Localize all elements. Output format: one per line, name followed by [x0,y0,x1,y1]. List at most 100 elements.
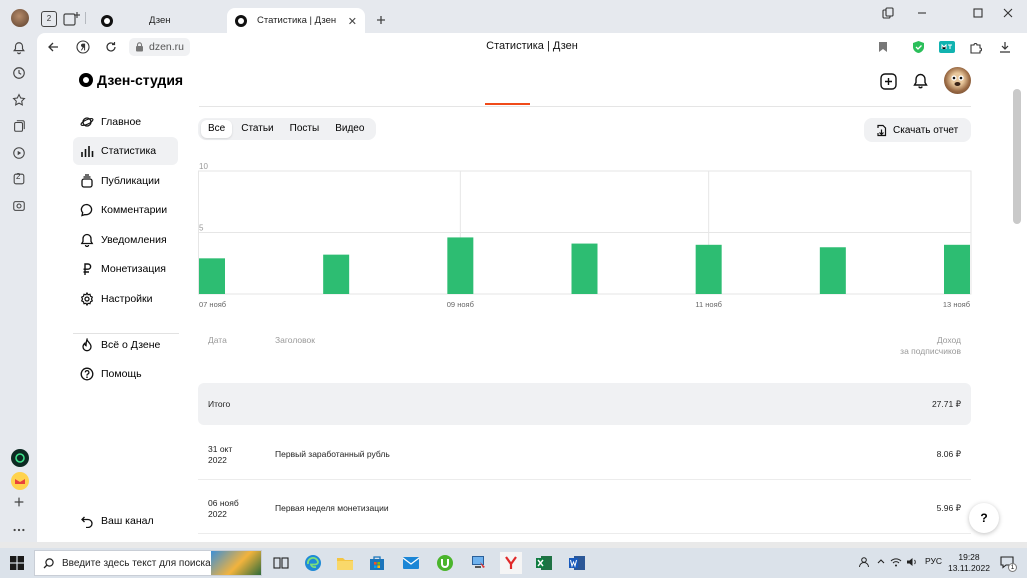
dzen-favicon-icon [101,14,113,27]
screenshot-camera-icon[interactable] [7,194,31,218]
user-avatar[interactable] [944,67,971,94]
video-play-icon[interactable] [7,141,31,165]
windows-start-icon[interactable] [6,552,28,574]
volume-speaker-icon[interactable] [906,556,918,568]
collections-icon[interactable] [7,114,31,138]
chart-y-tick-label: 5 [199,224,204,233]
address-bar: dzen.ru Статистика | Дзен [37,33,1027,61]
speech-bubble-icon [79,202,95,218]
store-icon[interactable] [366,552,388,574]
new-tab-plus-icon[interactable] [373,12,389,28]
minimize-icon[interactable] [911,5,933,21]
sidebar-item-your-channel[interactable]: Ваш канал [73,507,178,535]
column-header-date: Дата [208,335,227,345]
messenger-app-icon[interactable] [11,449,29,467]
help-button[interactable]: ? [969,503,999,533]
downloads-icon[interactable] [997,39,1013,55]
bar-chart-icon [79,143,95,159]
sidebar-item-statistics[interactable]: Статистика [73,137,178,165]
profile-tray-icon[interactable] [858,556,870,568]
sidebar-item-help[interactable]: Помощь [73,360,178,388]
sidebar-item-label: Уведомления [101,234,167,246]
keyboard-language[interactable]: РУС [925,556,942,566]
filter-tab-articles[interactable]: Статьи [234,120,280,138]
row-title-link[interactable]: Первая неделя монетизации [275,503,389,513]
more-dots-icon[interactable] [7,518,31,542]
bookmarks-star-icon[interactable] [7,88,31,112]
chart-bar [944,244,970,294]
extension-mosru-icon[interactable] [939,39,955,55]
page-scrollbar[interactable] [1013,81,1021,541]
new-tab-group-icon[interactable] [63,11,81,27]
income-chart: 051007 нояб09 нояб11 нояб13 нояб [198,162,972,309]
chart-y-tick-label: 10 [199,162,208,171]
ruble-icon [79,261,95,277]
add-panel-plus-icon[interactable] [7,490,31,514]
sidebar-item-label: Статистика [101,145,157,157]
notifications-bell-button[interactable] [910,71,930,91]
tab-dzen[interactable]: Дзен [93,8,223,33]
profile-avatar[interactable] [11,9,29,27]
search-placeholder: Введите здесь текст для поиска [62,557,211,569]
sidebar-item-settings[interactable]: Настройки [73,285,178,313]
tab-manager-icon[interactable] [877,5,899,21]
total-label: Итого [208,399,231,409]
sidebar-item-main[interactable]: Главное [73,108,178,136]
mail-app-icon[interactable] [11,472,29,490]
protect-shield-icon[interactable] [910,39,926,55]
row-divider [198,479,971,480]
tab-statistics[interactable]: Статистика | Дзен ✕ [227,8,365,33]
edge-browser-icon[interactable] [302,552,324,574]
word-icon[interactable] [566,552,588,574]
tray-chevron-up-icon[interactable] [876,556,886,566]
wifi-icon[interactable] [890,556,902,568]
system-clock[interactable]: 19:28 13.11.2022 [945,552,993,574]
utorrent-icon[interactable] [434,552,456,574]
mail-icon[interactable] [400,552,422,574]
content-type-filter: Все Статьи Посты Видео [198,118,377,140]
action-center-icon[interactable]: 1 [1000,555,1017,572]
table-row[interactable]: 06 нояб 2022 Первая неделя монетизации 5… [198,487,971,533]
sidebar-item-about-dzen[interactable]: Всё о Дзене [73,331,178,359]
stack-icon [79,173,95,189]
filter-tab-videos[interactable]: Видео [328,120,371,138]
notifications-bell-icon[interactable] [7,36,31,60]
yandex-browser-icon[interactable] [500,552,522,574]
create-plus-button[interactable] [878,71,898,91]
dzen-logo-icon [79,73,93,87]
chart-x-tick-label: 13 нояб [943,300,970,309]
header-divider [199,106,971,107]
scrollbar-thumb[interactable] [1013,89,1021,224]
chart-x-tick-label: 11 нояб [695,300,722,309]
table-row[interactable]: 31 окт 2022 Первый заработанный рубль 8.… [198,433,971,479]
history-clock-icon[interactable] [7,61,31,85]
windows-taskbar: Введите здесь текст для поиска РУС 19:28… [0,548,1027,578]
network-pc-icon[interactable] [467,552,489,574]
taskbar-search-input[interactable]: Введите здесь текст для поиска [34,550,262,576]
sidebar-item-comments[interactable]: Комментарии [73,196,178,224]
bookmark-icon[interactable] [875,39,891,55]
row-title-link[interactable]: Первый заработанный рубль [275,449,390,459]
total-income: 27.71 ₽ [931,399,961,409]
flame-icon [79,337,95,353]
close-window-icon[interactable] [997,5,1019,21]
tab-close-icon[interactable]: ✕ [348,15,357,28]
file-explorer-icon[interactable] [334,552,356,574]
table-row-total: Итого 27.71 ₽ [198,383,971,425]
sidebar-item-publications[interactable]: Публикации [73,167,178,195]
excel-icon[interactable] [533,552,555,574]
filter-tab-posts[interactable]: Посты [283,120,327,138]
task-view-icon[interactable] [270,552,292,574]
maximize-icon[interactable] [967,5,989,21]
extensions-puzzle-icon[interactable] [967,39,983,55]
search-icon [43,557,54,569]
download-report-button[interactable]: Скачать отчет [864,118,971,142]
filter-tab-all[interactable]: Все [201,120,233,138]
tab-strip: 2 Дзен Статистика | Дзен ✕ [37,0,1027,33]
sidebar-item-notifications[interactable]: Уведомления [73,226,178,254]
studio-logo[interactable]: Дзен-студия [79,72,183,88]
tab-overview-icon[interactable]: 2 [41,11,57,27]
tab-counter-icon[interactable]: 2 [7,167,31,191]
studio-logo-text: Дзен-студия [97,72,184,88]
sidebar-item-monetization[interactable]: Монетизация [73,255,178,283]
